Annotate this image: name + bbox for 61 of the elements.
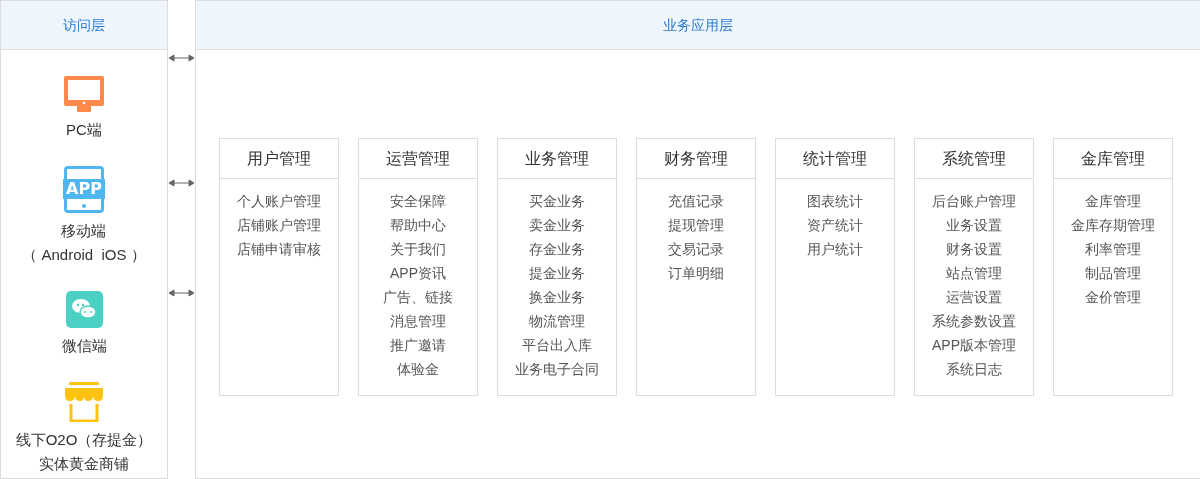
double-arrow-icon xyxy=(169,179,194,187)
module-title: 财务管理 xyxy=(637,139,755,179)
module-item: 个人账户管理 xyxy=(237,192,321,211)
client-label: 线下O2O（存提金） xyxy=(15,430,153,450)
module-item: 订单明细 xyxy=(668,264,724,283)
module-item: 系统日志 xyxy=(946,360,1002,379)
module-item: 业务设置 xyxy=(946,216,1002,235)
client-label: 移动端 xyxy=(61,221,107,241)
module-item: 买金业务 xyxy=(529,192,585,211)
module-item: 安全保障 xyxy=(390,192,446,211)
module-item: 卖金业务 xyxy=(529,216,585,235)
module-item: 提金业务 xyxy=(529,264,585,283)
client-label: 微信端 xyxy=(61,336,107,356)
module-title: 运营管理 xyxy=(359,139,477,179)
module-title: 系统管理 xyxy=(915,139,1033,179)
module-item: 店铺申请审核 xyxy=(237,240,321,259)
module-item: 体验金 xyxy=(397,360,439,379)
module-item: 资产统计 xyxy=(807,216,863,235)
module-item: 利率管理 xyxy=(1085,240,1141,259)
module-title: 用户管理 xyxy=(220,139,338,179)
client-label: 实体黄金商铺 xyxy=(39,454,129,474)
storefront-icon xyxy=(63,382,105,422)
module-item: 提现管理 xyxy=(668,216,724,235)
module-item: 存金业务 xyxy=(529,240,585,259)
module-item: 物流管理 xyxy=(529,312,585,331)
module-item: 平台出入库 xyxy=(522,336,592,355)
module-item: APP版本管理 xyxy=(932,336,1016,355)
module-item: 后台账户管理 xyxy=(932,192,1016,211)
module-item: 广告、链接 xyxy=(383,288,453,307)
client-label: （ Android iOS ） xyxy=(22,245,146,265)
double-arrow-icon xyxy=(169,54,194,62)
module-item: 推广邀请 xyxy=(390,336,446,355)
module-item: 系统参数设置 xyxy=(932,312,1016,331)
module-item: 充值记录 xyxy=(668,192,724,211)
panel-title: 访问层 xyxy=(1,1,167,50)
module-item: 关于我们 xyxy=(390,240,446,259)
module-item: 交易记录 xyxy=(668,240,724,259)
module-item: 运营设置 xyxy=(946,288,1002,307)
client-label: PC端 xyxy=(66,120,102,140)
module-item: 制品管理 xyxy=(1085,264,1141,283)
module-item: 金价管理 xyxy=(1085,288,1141,307)
module-item: 金库管理 xyxy=(1085,192,1141,211)
module-item: 用户统计 xyxy=(807,240,863,259)
double-arrow-icon xyxy=(169,289,194,297)
app-label: APP xyxy=(63,179,105,199)
module-item: 店铺账户管理 xyxy=(237,216,321,235)
module-item: 金库存期管理 xyxy=(1071,216,1155,235)
module-title: 业务管理 xyxy=(498,139,616,179)
module-item: 财务设置 xyxy=(946,240,1002,259)
chat-bubbles-icon xyxy=(65,291,103,328)
module-item: APP资讯 xyxy=(390,264,446,283)
module-item: 图表统计 xyxy=(807,192,863,211)
panel-title: 业务应用层 xyxy=(196,1,1200,50)
module-title: 金库管理 xyxy=(1054,139,1172,179)
module-item: 换金业务 xyxy=(529,288,585,307)
module-item: 业务电子合同 xyxy=(515,360,599,379)
module-item: 消息管理 xyxy=(390,312,446,331)
monitor-icon xyxy=(64,76,104,112)
module-title: 统计管理 xyxy=(776,139,894,179)
module-item: 站点管理 xyxy=(946,264,1002,283)
module-item: 帮助中心 xyxy=(390,216,446,235)
